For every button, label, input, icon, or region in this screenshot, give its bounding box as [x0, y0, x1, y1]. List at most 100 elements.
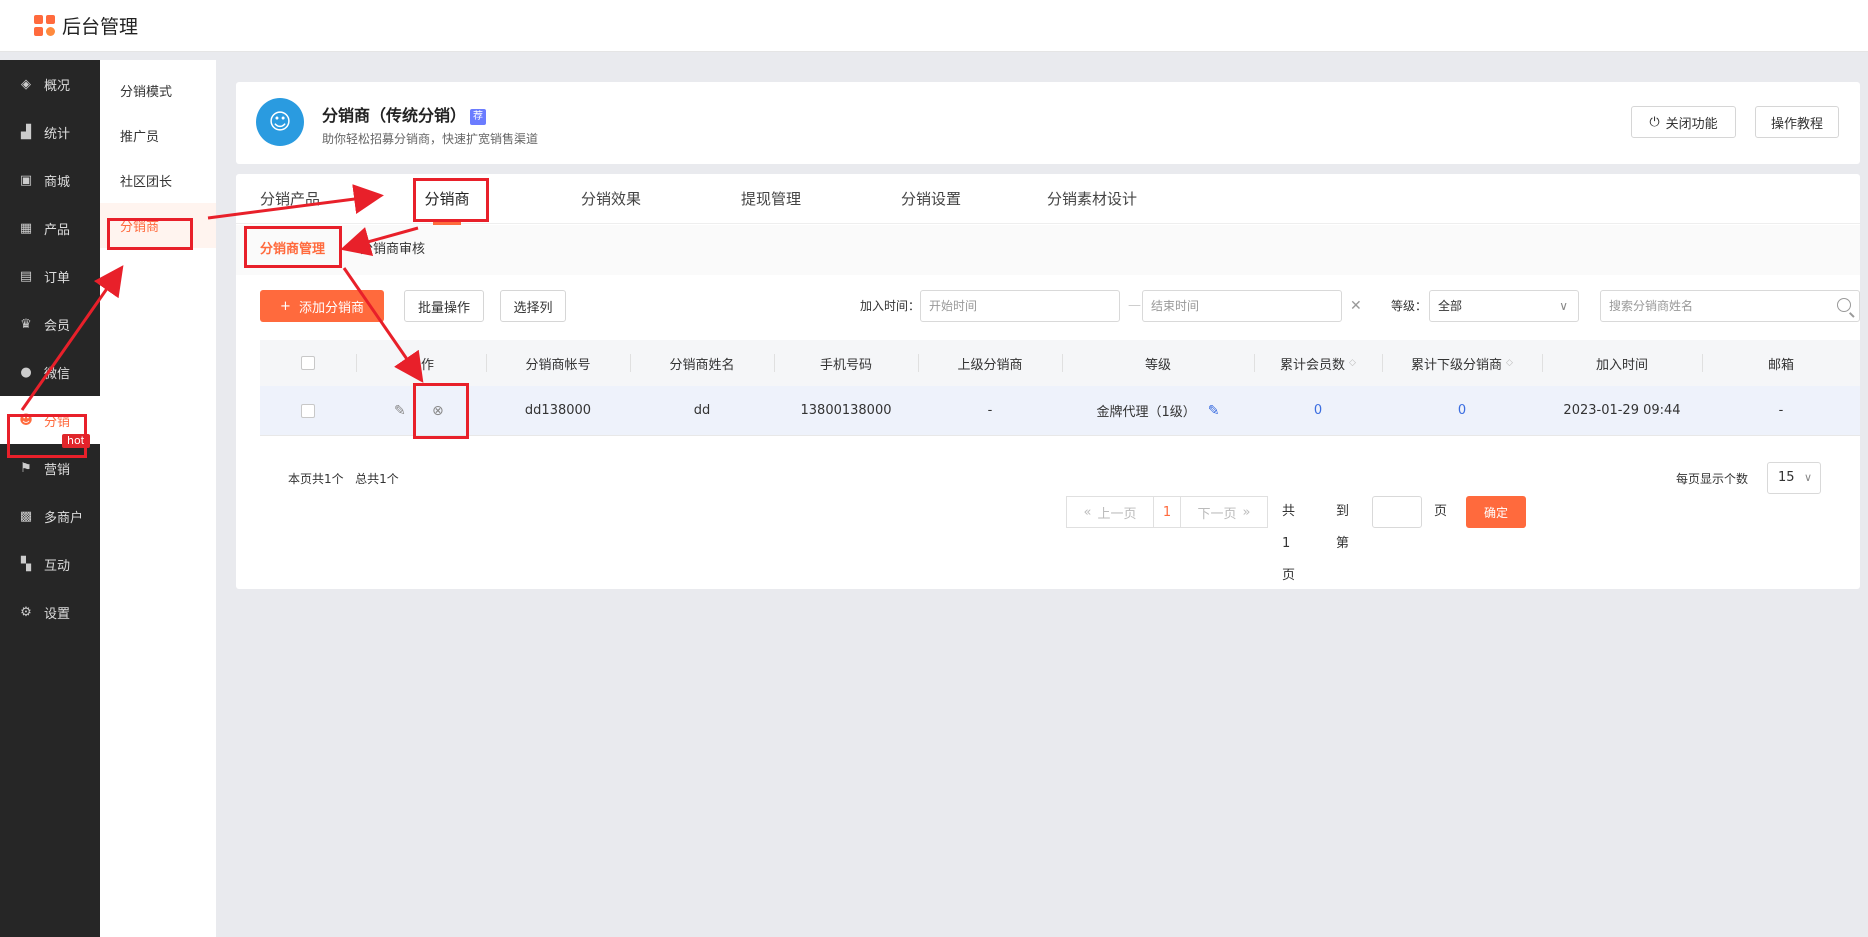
- page-info: 本页共1个 总共1个: [288, 472, 399, 486]
- col-sub-distributors[interactable]: 累计下级分销商 ◇: [1382, 340, 1542, 386]
- goto-page-input[interactable]: [1372, 496, 1422, 528]
- col-level: 等级: [1062, 340, 1254, 386]
- subnav-community-leader[interactable]: 社区团长: [100, 158, 216, 203]
- per-page-select[interactable]: 15 ∨: [1767, 462, 1821, 494]
- tab-distribution-products[interactable]: 分销产品: [260, 174, 320, 224]
- batch-operation-button[interactable]: 批量操作: [404, 290, 484, 322]
- add-distributor-button[interactable]: + 添加分销商: [260, 290, 384, 322]
- col-account: 分销商帐号: [486, 340, 630, 386]
- goto-label: 到第: [1336, 504, 1350, 551]
- gear-icon: ⚙: [20, 604, 32, 620]
- col-members[interactable]: 累计会员数 ◇: [1254, 340, 1382, 386]
- grid-icon: ▦: [19, 220, 33, 236]
- cell-members[interactable]: 0: [1254, 386, 1382, 435]
- power-icon: ⏻: [1649, 114, 1660, 130]
- apps-icon: ▚: [21, 556, 31, 572]
- tutorial-button[interactable]: 操作教程: [1755, 106, 1839, 138]
- sidebar-item-interaction[interactable]: ▚ 互动: [0, 540, 100, 588]
- recommend-badge: 荐: [470, 109, 487, 125]
- tab-material-design[interactable]: 分销素材设计: [1044, 174, 1140, 224]
- tab-distribution-effect[interactable]: 分销效果: [578, 174, 644, 224]
- goto-confirm-button[interactable]: 确定: [1466, 496, 1526, 528]
- page-number-1[interactable]: 1: [1153, 496, 1181, 528]
- tab-withdrawal[interactable]: 提现管理: [738, 174, 804, 224]
- cell-account: dd138000: [524, 403, 592, 418]
- sidebar-item-members[interactable]: ♛ 会员: [0, 300, 100, 348]
- page-unit: 页: [1434, 504, 1448, 519]
- row-actions: ✎ ⊗: [356, 386, 486, 435]
- search-input[interactable]: 搜索分销商姓名: [1600, 290, 1860, 322]
- clipboard-icon: ▤: [19, 268, 33, 284]
- cell-join-time: 2023-01-29 09:44: [1563, 403, 1681, 418]
- table-row: ✎ ⊗ dd138000 dd 13800138000 - 金牌代理（1级） ✎ …: [260, 386, 1860, 436]
- feature-header-card: ☺ 分销商（传统分销）荐 助你轻松招募分销商，快速扩宽销售渠道 ⏻ 关闭功能 操作…: [236, 82, 1860, 164]
- subnav-promoter[interactable]: 推广员: [100, 113, 216, 158]
- double-right-icon: »: [1242, 504, 1251, 520]
- edit-icon[interactable]: ✎: [394, 403, 410, 419]
- subnav-distribution-mode[interactable]: 分销模式: [100, 68, 216, 113]
- sidebar-item-store[interactable]: ▣ 商城: [0, 156, 100, 204]
- subtab-distributor-review[interactable]: 分销商审核: [360, 225, 425, 275]
- cell-phone: 13800138000: [800, 403, 892, 418]
- store-icon: ▣: [19, 172, 33, 188]
- sidebar-item-stats[interactable]: ▟ 统计: [0, 108, 100, 156]
- start-time-input[interactable]: 开始时间: [920, 290, 1120, 322]
- crown-icon: ♛: [20, 316, 32, 332]
- subtab-distributor-management[interactable]: 分销商管理: [260, 225, 325, 275]
- next-page-button[interactable]: 下一页»: [1180, 496, 1268, 528]
- cell-level: 金牌代理（1级） ✎: [1096, 402, 1220, 421]
- edit-level-icon[interactable]: ✎: [1208, 403, 1220, 419]
- per-page-label: 每页显示个数: [1676, 472, 1749, 486]
- wechat-icon: ●: [20, 364, 32, 380]
- select-all-cell: [260, 340, 356, 386]
- table-header: 操作 分销商帐号 分销商姓名 手机号码 上级分销商 等级 累计会员数 ◇ 累计下级…: [260, 340, 1860, 386]
- distribution-user-icon: ☻: [19, 412, 33, 428]
- cell-parent: -: [987, 403, 993, 418]
- sidebar-item-settings[interactable]: ⚙ 设置: [0, 588, 100, 636]
- prev-page-button[interactable]: «上一页: [1066, 496, 1154, 528]
- tab-distributors[interactable]: 分销商: [422, 174, 472, 225]
- logo-icon: [34, 14, 56, 37]
- remove-distributor-icon[interactable]: ⊗: [432, 403, 448, 419]
- chevron-down-icon: ∨: [1803, 471, 1812, 484]
- feature-title: 分销商（传统分销）荐: [322, 102, 487, 126]
- top-bar: 后台管理: [0, 0, 1868, 52]
- total-pages: 共1页: [1282, 504, 1296, 583]
- feature-subtitle: 助你轻松招募分销商，快速扩宽销售渠道: [322, 132, 539, 146]
- sidebar-item-overview[interactable]: ◈ 概况: [0, 60, 100, 108]
- sidebar-item-wechat[interactable]: ● 微信: [0, 348, 100, 396]
- sort-icon: ◇: [1349, 357, 1356, 368]
- select-all-checkbox[interactable]: [301, 356, 315, 370]
- merchant-icon: ▩: [19, 508, 33, 524]
- select-columns-button[interactable]: 选择列: [500, 290, 566, 322]
- sidebar-item-distribution[interactable]: ☻ 分销 hot: [0, 396, 100, 448]
- row-select-cell: [260, 386, 356, 435]
- primary-sidebar: ◈ 概况 ▟ 统计 ▣ 商城 ▦ 产品 ▤ 订单 ♛ 会员 ● 微信 ☻ 分销 hot ⚑ 营销 ▩…: [0, 60, 100, 937]
- cell-sub-distributors[interactable]: 0: [1382, 386, 1542, 435]
- chart-icon: ▟: [21, 124, 31, 140]
- tab-distribution-settings[interactable]: 分销设置: [898, 174, 964, 224]
- distributor-table: 操作 分销商帐号 分销商姓名 手机号码 上级分销商 等级 累计会员数 ◇ 累计下级…: [260, 340, 1860, 436]
- cell-email: -: [1778, 403, 1784, 418]
- col-phone: 手机号码: [774, 340, 918, 386]
- search-icon[interactable]: [1837, 298, 1851, 312]
- layers-icon: ◈: [21, 76, 31, 92]
- level-label: 等级：: [1391, 299, 1428, 313]
- sidebar-item-merchants[interactable]: ▩ 多商户: [0, 492, 100, 540]
- sidebar-item-products[interactable]: ▦ 产品: [0, 204, 100, 252]
- level-select[interactable]: 全部 ∨: [1429, 290, 1579, 322]
- end-time-input[interactable]: 结束时间: [1142, 290, 1342, 322]
- subnav-distributor[interactable]: 分销商: [100, 203, 216, 248]
- sidebar-item-orders[interactable]: ▤ 订单: [0, 252, 100, 300]
- cell-name: dd: [693, 403, 711, 418]
- join-time-label: 加入时间：: [860, 299, 921, 313]
- clear-date-icon[interactable]: ✕: [1350, 290, 1362, 322]
- close-feature-button[interactable]: ⏻ 关闭功能: [1631, 106, 1736, 138]
- double-left-icon: «: [1083, 504, 1092, 520]
- row-checkbox[interactable]: [301, 403, 315, 418]
- flag-icon: ⚑: [20, 460, 32, 476]
- col-name: 分销商姓名: [630, 340, 774, 386]
- main-card: 分销产品 分销商 分销效果 提现管理 分销设置 分销素材设计 分销商管理 分销商…: [236, 174, 1860, 589]
- sidebar-item-marketing[interactable]: ⚑ 营销: [0, 444, 100, 492]
- chevron-down-icon: ∨: [1559, 299, 1568, 313]
